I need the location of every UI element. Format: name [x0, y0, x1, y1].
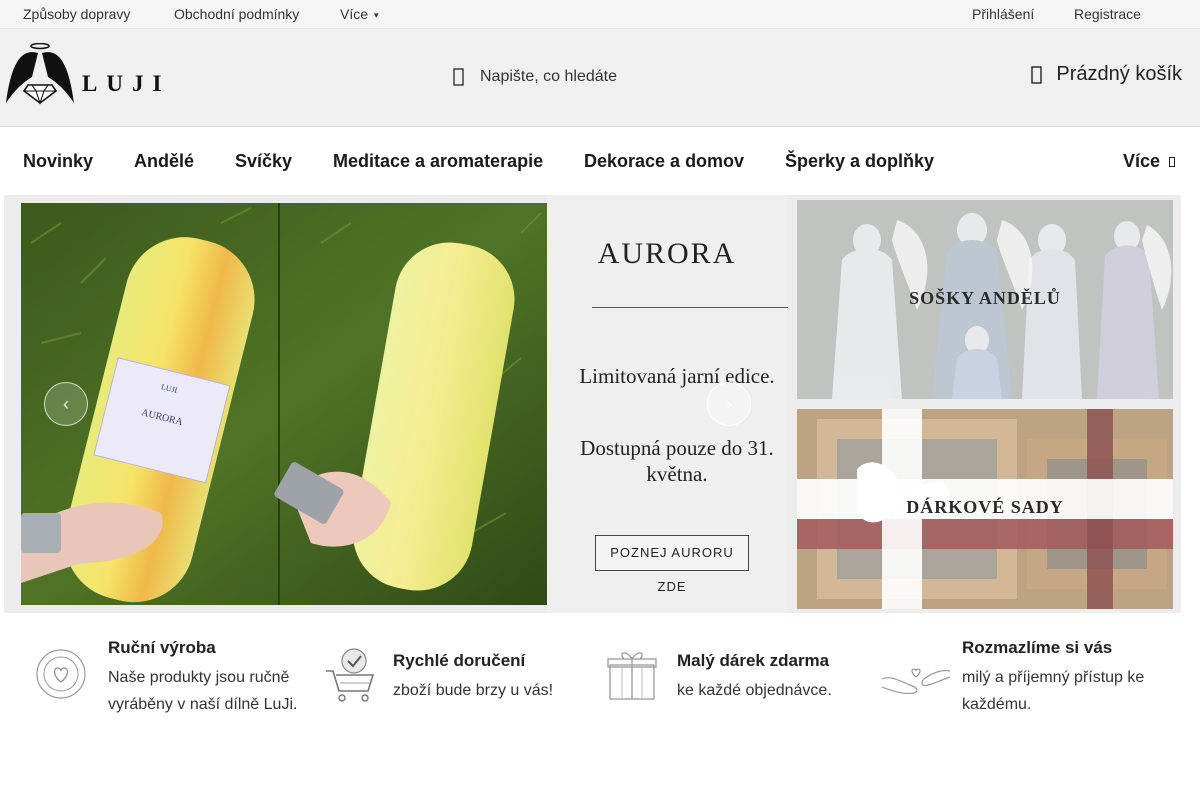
- handmade-badge-icon: [36, 649, 86, 699]
- logo-wordmark: LUJI: [82, 71, 171, 96]
- promo-label-gift-sets: DÁRKOVÉ SADY: [906, 497, 1064, 517]
- gift-box-icon: [607, 652, 657, 700]
- nav-item-sperky[interactable]: Šperky a doplňky: [785, 151, 934, 172]
- feature-text: Naše produkty jsou ručně vyráběny v naší…: [108, 669, 298, 713]
- features-strip: Ruční výroba Naše produkty jsou ručně vy…: [0, 630, 1200, 730]
- feature-title: Malý dárek zdarma: [677, 651, 830, 670]
- promo-gift-sets[interactable]: DÁRKOVÉ SADY: [797, 409, 1173, 609]
- aurora-divider: [592, 307, 788, 308]
- nav-item-novinky[interactable]: Novinky: [23, 151, 93, 172]
- aurora-edition-text: Limitovaná jarní edice.: [579, 364, 775, 388]
- candles-photo: LUJI AURORA: [21, 203, 547, 605]
- nav-item-svicky[interactable]: Svíčky: [235, 151, 292, 172]
- aurora-availability-text: Dostupná pouze do 31. května.: [580, 436, 774, 486]
- feature-text: zboží bude brzy u vás!: [393, 682, 554, 699]
- login-link[interactable]: Přihlášení: [972, 6, 1034, 22]
- feature-text: milý a příjemný přístup ke každému.: [962, 669, 1145, 713]
- promo-label-angel-figurines: SOŠKY ANDĚLŮ: [909, 288, 1061, 308]
- top-utility-bar: Způsoby dopravy Obchodní podmínky Více ▾ …: [0, 0, 1200, 29]
- cart-label: Prázdný košík: [1056, 63, 1182, 85]
- slider-prev-button[interactable]: ‹: [44, 382, 88, 426]
- topbar-more-link[interactable]: Více ▾: [340, 6, 379, 22]
- feature-fast-delivery: Rychlé doručení zboží bude brzy u vás!: [324, 630, 584, 730]
- slider-next-button[interactable]: ›: [707, 382, 751, 426]
- hero-banner: LUJI AURORA ‹ AURORA Limitovaná jarní ed…: [4, 195, 1181, 613]
- search-input[interactable]: Napište, co hledáte: [480, 68, 617, 86]
- feature-title: Rozmazlíme si vás: [962, 638, 1113, 657]
- nav-more-label: Více: [1123, 151, 1161, 171]
- angel-diamond-logo-icon: [6, 42, 74, 105]
- chevron-down-icon: ▾: [374, 10, 379, 20]
- nav-item-meditace[interactable]: Meditace a aromaterapie: [333, 151, 543, 172]
- hero-slide-photo[interactable]: LUJI AURORA ‹: [21, 203, 547, 605]
- feature-free-gift: Malý dárek zdarma ke každé objednávce.: [606, 630, 866, 730]
- feature-text: ke každé objednávce.: [677, 682, 832, 699]
- site-logo[interactable]: LUJI: [4, 42, 180, 105]
- nav-item-dekorace[interactable]: Dekorace a domov: [584, 151, 744, 172]
- feature-title: Rychlé doručení: [393, 651, 526, 670]
- aurora-cta-button[interactable]: POZNEJ AURORU ZDE: [595, 535, 749, 594]
- shipping-methods-link[interactable]: Způsoby dopravy: [23, 6, 130, 22]
- nav-item-andele[interactable]: Andělé: [134, 151, 194, 172]
- feature-pampering: Rozmazlíme si vás milý a příjemný přístu…: [880, 630, 1180, 730]
- cart-button[interactable]: Prázdný košík: [1030, 63, 1182, 86]
- topbar-more-label: Více: [340, 6, 369, 22]
- register-link[interactable]: Registrace: [1074, 6, 1141, 22]
- cart-icon: [1031, 65, 1043, 84]
- aurora-heading: AURORA: [597, 237, 737, 270]
- search-bar[interactable]: Napište, co hledáte: [452, 63, 617, 91]
- hero-slide-text-panel: AURORA Limitovaná jarní edice. Dostupná …: [547, 195, 788, 613]
- search-icon[interactable]: [452, 67, 466, 87]
- feature-handmade: Ruční výroba Naše produkty jsou ručně vy…: [35, 630, 315, 730]
- main-navigation: Novinky Andělé Svíčky Meditace a aromate…: [0, 127, 1200, 195]
- heart-hands-icon: [881, 668, 951, 695]
- site-header: LUJI Napište, co hledáte Prázdný košík: [0, 29, 1200, 127]
- chevron-icon: [1169, 157, 1176, 167]
- promo-angel-figurines[interactable]: SOŠKY ANDĚLŮ: [797, 200, 1173, 399]
- nav-more-button[interactable]: Více: [1123, 151, 1176, 172]
- shopping-cart-check-icon: [326, 648, 375, 702]
- terms-link[interactable]: Obchodní podmínky: [174, 6, 299, 22]
- feature-title: Ruční výroba: [108, 638, 216, 657]
